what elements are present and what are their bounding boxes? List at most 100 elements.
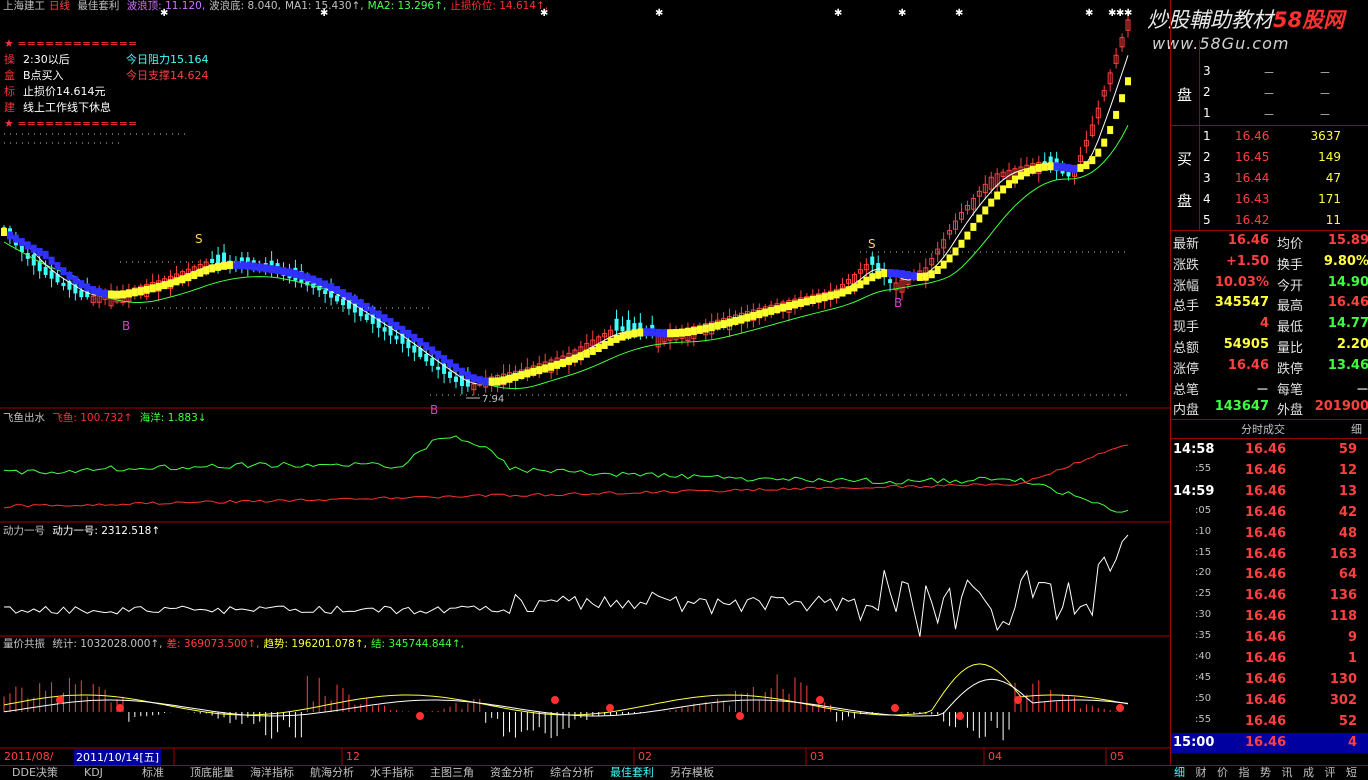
info-tag: 操 (4, 53, 15, 66)
side-tab[interactable]: 指 (1239, 766, 1250, 780)
indicator-tab[interactable]: 主图三角 (430, 766, 474, 780)
trend-step (684, 327, 691, 336)
trend-step (988, 198, 995, 207)
dongli-line (3, 534, 1129, 637)
side-tab[interactable]: 势 (1260, 766, 1271, 780)
trend-step (1083, 161, 1090, 170)
quote-label: 量比 (1277, 341, 1304, 356)
candle-down (335, 295, 340, 302)
trend-step (310, 275, 317, 284)
side-tab[interactable]: 成 (1303, 766, 1314, 780)
liangjia-label: 结: (371, 638, 389, 650)
dongli-legend: 动力一号 动力一号: 2312.518↑ (3, 523, 164, 538)
resistance-label: 今日阻力15.164 (126, 53, 209, 66)
signal-label-s1: S (195, 232, 203, 246)
signal-mark: ✱ (898, 8, 906, 19)
header-item-label: MA1: (284, 0, 315, 12)
sell-level: 3 (1203, 64, 1211, 78)
trend-step (910, 272, 917, 281)
trend-step (78, 280, 85, 289)
indicator-tab[interactable]: 海洋指标 (250, 766, 294, 780)
indicator-tab[interactable]: KDJ (84, 766, 103, 780)
candle-down (888, 279, 893, 284)
indicator-tab[interactable]: 标准 (142, 766, 164, 780)
tick-volume: 136 (1329, 588, 1357, 604)
liangjia-marker (551, 696, 559, 704)
tick-time: :10 (1195, 525, 1212, 537)
trend-step (536, 366, 543, 375)
side-tab[interactable]: 财 (1196, 766, 1207, 780)
trend-step (720, 320, 727, 329)
info-line: 建线上工作线下休息 (4, 100, 137, 116)
trend-step (940, 260, 947, 269)
trend-step (357, 299, 364, 308)
cursor-date: 2011/10/14[五] (74, 749, 161, 765)
trend-step (655, 328, 662, 337)
chart-area[interactable]: ✱ ✱ ✱ ✱ ✱ ✱ ✱ ✱ ✱ ✱ ✱ S B S B B 7.94 上海建工 日线 最佳套利 波浪顶: 11… (0, 0, 1344, 766)
sell-side-label: 盘 (1177, 86, 1193, 104)
trend-step (351, 295, 358, 304)
trend-step (780, 303, 787, 312)
indicator-tab[interactable]: 另存模板 (670, 766, 714, 780)
indicator-tab[interactable]: 水手指标 (370, 766, 414, 780)
feiyu-val1: 100.732↑ (80, 412, 133, 424)
indicator-tab[interactable]: 综合分析 (550, 766, 594, 780)
tick-row-last[interactable]: 15:00 16.46 4 (1171, 733, 1368, 753)
trend-step (899, 270, 906, 279)
ticks-detail-toggle[interactable]: 细 (1351, 421, 1362, 437)
trend-step (137, 287, 144, 296)
tick-price: 16.46 (1245, 546, 1287, 562)
side-tab[interactable]: 细 (1174, 766, 1185, 780)
side-tab[interactable]: 讯 (1282, 766, 1293, 780)
info-line: 标止损价14.614元 (4, 84, 137, 100)
side-tab[interactable]: 短 (1346, 766, 1357, 780)
signal-mark: ✱ (1085, 8, 1093, 19)
indicator-tab[interactable]: 资金分析 (490, 766, 534, 780)
tick-row: :50 16.46 302 (1171, 691, 1368, 712)
quote-label: 跌停 (1277, 361, 1304, 377)
tick-price: 16.46 (1245, 483, 1287, 499)
trend-step (286, 268, 293, 277)
trend-step (696, 325, 703, 334)
side-tab[interactable]: 价 (1217, 766, 1228, 780)
trend-step (131, 288, 138, 297)
indicator-tab[interactable]: 航海分析 (310, 766, 354, 780)
low-price-label: 7.94 (482, 394, 504, 405)
tick-row: :40 16.46 1 (1171, 649, 1368, 670)
info-text: 止损价14.614元 (23, 85, 106, 98)
tick-time: 14:58 (1173, 442, 1215, 457)
signal-mark: ✱ (1124, 8, 1132, 19)
trend-step (102, 289, 109, 298)
feiyu-name1: 飞鱼: (52, 412, 81, 424)
quote-row: 总额 54905 量比 2.20 (1171, 335, 1368, 356)
quote-row: 内盘 143647 外盘 201900 (1171, 397, 1368, 418)
trend-step (339, 289, 346, 298)
buy-price: 16.44 (1235, 171, 1270, 185)
trend-step (625, 330, 632, 339)
tick-price: 16.46 (1245, 713, 1287, 729)
trend-step (464, 371, 471, 380)
indicator-tab[interactable]: 顶底能量 (190, 766, 234, 780)
quote-value: 13.46 (1327, 357, 1368, 373)
trend-step (113, 290, 120, 299)
tick-volume: 59 (1338, 442, 1357, 457)
quote-label: 总笔 (1173, 382, 1200, 398)
sell-level: 1 (1203, 106, 1211, 120)
indicator-tab[interactable]: DDE决策 (12, 766, 58, 780)
tick-volume: 163 (1329, 546, 1357, 562)
buy-volume: 47 (1325, 171, 1341, 185)
tick-time: :05 (1195, 504, 1212, 516)
candle-down (394, 335, 399, 340)
period-label: 日线 (49, 0, 70, 12)
indicator-tab[interactable]: 最佳套利 (610, 766, 654, 780)
header-item-label: 止损价位: (450, 0, 500, 12)
trend-step (738, 315, 745, 324)
tick-time: :30 (1195, 609, 1212, 621)
trend-step (274, 266, 281, 275)
tick-time: :35 (1195, 630, 1212, 642)
side-tab[interactable]: 评 (1325, 766, 1336, 780)
candle-down (626, 319, 631, 332)
ticks-title[interactable]: 分时成交 (1241, 421, 1285, 437)
kline-chart[interactable]: ✱ ✱ ✱ ✱ ✱ ✱ ✱ ✱ ✱ ✱ ✱SBSBB7.94 (0, 0, 1170, 766)
dongli-val1: 2312.518↑ (101, 525, 161, 537)
